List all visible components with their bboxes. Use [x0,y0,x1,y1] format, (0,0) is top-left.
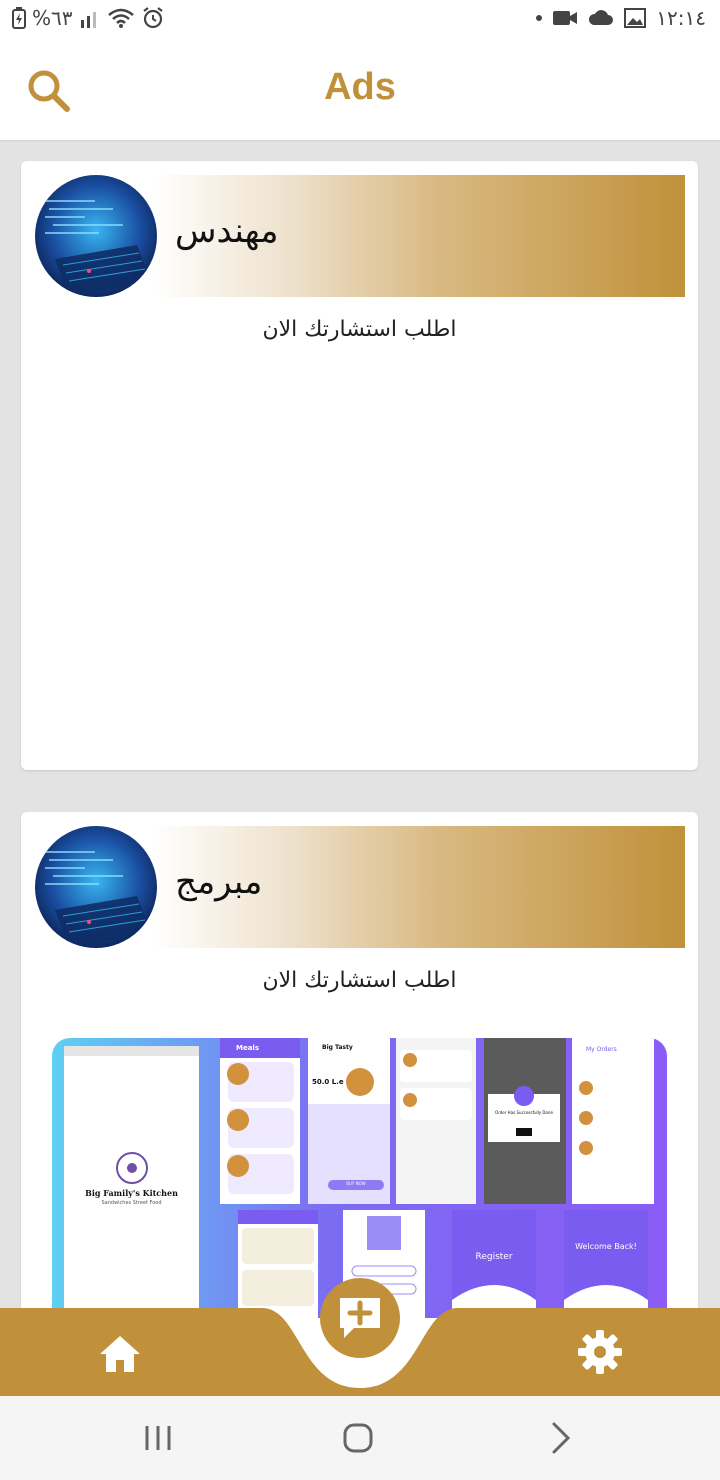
circle-home-icon[interactable] [338,1418,378,1458]
image-text-product: Big Tasty [322,1044,353,1051]
notification-dot-icon [536,15,543,21]
image-text-splash-subtitle: Sandwiches Street Food [101,1200,162,1206]
status-bar: %٦٣ ١٢:١٤ [0,0,720,40]
ad-subtitle: اطلب استشارتك الان [262,317,457,342]
page-title: Ads [324,66,396,108]
app-bar: Ads [0,40,720,140]
add-message-icon [340,1298,380,1338]
ad-title: مبرمج [175,862,263,902]
image-icon [624,8,647,28]
battery-charging-icon [12,7,26,29]
cloud-icon [589,10,614,25]
add-ad-button[interactable] [320,1278,400,1358]
status-right: ١٢:١٤ [536,6,706,30]
recents-icon[interactable] [138,1418,178,1458]
ad-banner: مهندس [35,175,685,297]
ad-title: مهندس [175,211,279,251]
status-left: %٦٣ [12,6,165,30]
video-icon [553,11,578,25]
avatar [35,175,157,297]
ad-card[interactable]: مهندس اطلب استشارتك الان [21,161,698,770]
image-text-welcome: Welcome Back! [575,1242,637,1251]
ad-image[interactable]: Big Family's Kitchen Sandwiches Street F… [52,1038,667,1318]
ad-banner: مبرمج [35,826,685,948]
clock: ١٢:١٤ [656,6,706,30]
image-text-my-orders: My Orders [586,1046,617,1053]
ad-subtitle: اطلب استشارتك الان [262,968,457,993]
image-text-order-done: Order Has Successfully Done [495,1110,553,1115]
alarm-icon [142,7,163,29]
home-icon[interactable] [96,1330,144,1378]
gear-icon[interactable] [576,1328,624,1376]
image-text-buy-now: BUY NOW [346,1181,366,1186]
image-text-price: 50.0 L.e [312,1078,344,1086]
wifi-icon [107,8,134,28]
back-chevron-icon[interactable] [540,1418,580,1458]
image-text-register: Register [475,1252,513,1262]
avatar [35,826,157,948]
signal-icon [80,12,96,28]
battery-percent: %٦٣ [32,6,73,30]
image-text-splash-title: Big Family's Kitchen [85,1188,178,1198]
image-text-meals: Meals [236,1044,260,1052]
system-nav [0,1396,720,1480]
